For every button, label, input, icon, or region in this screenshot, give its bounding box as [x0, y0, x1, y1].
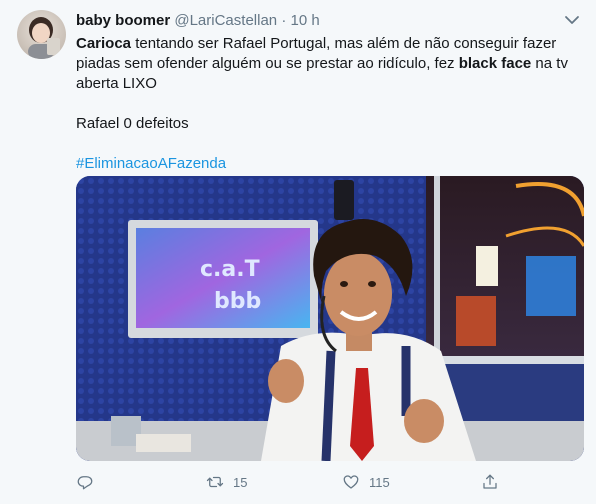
- share-icon: [483, 474, 497, 489]
- retweet-button[interactable]: 15: [206, 470, 247, 494]
- retweet-icon: [206, 476, 224, 488]
- tweet: baby boomer @LariCastellan · 10 h Carioc…: [0, 0, 596, 504]
- reply-icon: [77, 476, 93, 490]
- text-segment: na tv: [531, 55, 568, 72]
- avatar[interactable]: [17, 10, 66, 59]
- hashtag-link[interactable]: #EliminacaoAFazenda: [76, 154, 581, 174]
- bold-word-carioca: Carioca: [76, 35, 132, 52]
- text-segment: Rafael 0 defeitos: [76, 115, 189, 132]
- chevron-down-icon[interactable]: [562, 10, 582, 30]
- like-button[interactable]: 115: [342, 470, 390, 494]
- tweet-text: Carioca tentando ser Rafael Portugal, ma…: [76, 34, 581, 174]
- tweet-header: baby boomer @LariCastellan · 10 h: [76, 11, 320, 31]
- retweet-count: 15: [233, 474, 248, 490]
- tweet-actions: 15 115: [76, 470, 556, 494]
- like-icon: [343, 475, 359, 489]
- bold-phrase-black-face: black face: [458, 55, 532, 72]
- text-segment: aberta LIXO: [76, 75, 157, 92]
- text-segment: tentando ser Rafael Portugal, mas além d…: [131, 35, 557, 52]
- separator: ·: [281, 12, 287, 29]
- text-segment: piadas sem ofender alguém ou se prestar …: [76, 55, 459, 72]
- timestamp[interactable]: 10 h: [290, 12, 319, 29]
- display-name[interactable]: baby boomer: [76, 12, 170, 29]
- share-button[interactable]: [481, 470, 499, 494]
- tweet-photo[interactable]: c.a.T bbb: [76, 176, 584, 461]
- reply-button[interactable]: [76, 470, 103, 494]
- screen-logo-line2: bbb: [214, 289, 261, 314]
- screen-logo-line1: c.a.T: [200, 257, 260, 282]
- like-count: 115: [369, 474, 390, 490]
- user-handle[interactable]: @LariCastellan: [174, 12, 277, 29]
